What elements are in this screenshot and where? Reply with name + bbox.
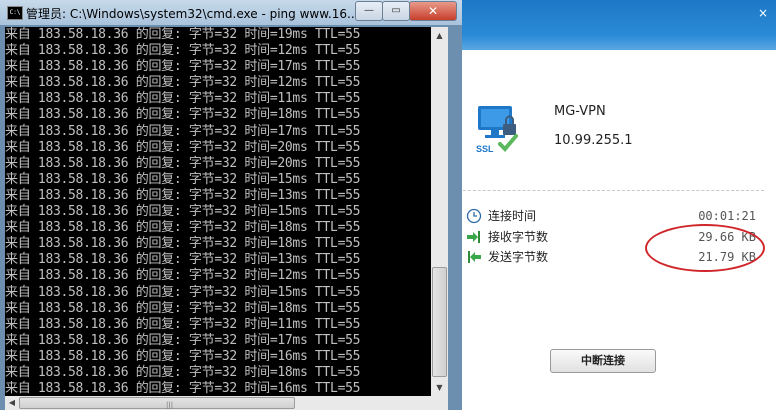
send-arrow-icon [468,251,481,263]
console-line: 来自 183.58.18.36 的回复: 字节=32 时间=15ms TTL=5… [5,284,361,300]
console-line: 来自 183.58.18.36 的回复: 字节=32 时间=20ms TTL=5… [5,139,361,155]
red-highlight-ellipse [645,224,765,272]
console-line: 来自 183.58.18.36 的回复: 字节=32 时间=18ms TTL=5… [5,300,361,316]
receive-arrow-icon [467,231,480,243]
vertical-scroll-thumb[interactable] [432,267,447,377]
console-line: 来自 183.58.18.36 的回复: 字节=32 时间=15ms TTL=5… [5,204,361,220]
console-line: 来自 183.58.18.36 的回复: 字节=32 时间=18ms TTL=5… [5,364,361,380]
horizontal-scrollbar[interactable]: ◀ ||| [5,396,431,410]
disconnect-button[interactable]: 中断连接 [550,349,656,373]
stat-label: 连接时间 [488,209,537,223]
vpn-header-banner: × [440,0,776,50]
cmd-window: C:\ 管理员: C:\Windows\system32\cmd.exe - p… [0,0,462,410]
console-line: 来自 183.58.18.36 的回复: 字节=32 时间=13ms TTL=5… [5,187,361,203]
cmd-title-bar[interactable]: C:\ 管理员: C:\Windows\system32\cmd.exe - p… [0,0,462,25]
scroll-up-arrow-icon[interactable]: ▲ [431,27,448,44]
console-line: 来自 183.58.18.36 的回复: 字节=32 时间=19ms TTL=5… [5,27,361,42]
ssl-label: SSL [476,144,494,154]
console-line: 来自 183.58.18.36 的回复: 字节=32 时间=18ms TTL=5… [5,107,361,123]
scroll-down-arrow-icon[interactable]: ▼ [431,379,448,396]
close-button[interactable]: ✕ [409,1,457,21]
vpn-connection-name: MG-VPN [554,104,606,119]
vpn-ip-address: 10.99.255.1 [554,133,633,148]
vpn-close-button[interactable]: × [756,6,770,20]
minimize-button[interactable]: — [355,1,383,21]
console-line: 来自 183.58.18.36 的回复: 字节=32 时间=15ms TTL=5… [5,171,361,187]
console-line: 来自 183.58.18.36 的回复: 字节=32 时间=18ms TTL=5… [5,236,361,252]
stat-value: 00:01:21 [698,209,756,223]
vertical-scrollbar[interactable]: ▲ ▼ [431,27,448,396]
console-line: 来自 183.58.18.36 的回复: 字节=32 时间=17ms TTL=5… [5,59,361,75]
console-line: 来自 183.58.18.36 的回复: 字节=32 时间=20ms TTL=5… [5,155,361,171]
console-line: 来自 183.58.18.36 的回复: 字节=32 时间=13ms TTL=5… [5,252,361,268]
clock-icon [466,208,482,224]
resize-corner[interactable] [431,396,448,410]
console-line: 来自 183.58.18.36 的回复: 字节=32 时间=12ms TTL=5… [5,268,361,284]
console-line: 来自 183.58.18.36 的回复: 字节=32 时间=11ms TTL=5… [5,91,361,107]
stat-label: 接收字节数 [488,230,549,244]
console-line: 来自 183.58.18.36 的回复: 字节=32 时间=17ms TTL=5… [5,332,361,348]
console-line: 来自 183.58.18.36 的回复: 字节=32 时间=16ms TTL=5… [5,348,361,364]
vpn-client-window: × SSL MG-VPN 10.99.255.1 连接时间 00:01:21 接… [440,0,776,410]
ssl-vpn-logo-icon: SSL [476,106,518,154]
console-line: 来自 183.58.18.36 的回复: 字节=32 时间=17ms TTL=5… [5,123,361,139]
stat-label: 发送字节数 [488,250,549,264]
cmd-window-title: 管理员: C:\Windows\system32\cmd.exe - ping … [26,7,356,21]
console-line: 来自 183.58.18.36 的回复: 字节=32 时间=18ms TTL=5… [5,220,361,236]
stat-connection-time: 连接时间 00:01:21 [466,208,766,226]
scroll-grip-icon: ||| [166,401,174,409]
maximize-button[interactable]: ▭ [382,1,410,21]
console-line: 来自 183.58.18.36 的回复: 字节=32 时间=11ms TTL=5… [5,316,361,332]
console-output[interactable]: 来自 183.58.18.36 的回复: 字节=32 时间=19ms TTL=5… [5,27,431,396]
scroll-left-arrow-icon[interactable]: ◀ [5,396,19,410]
horizontal-scroll-thumb[interactable]: ||| [19,397,295,409]
console-line: 来自 183.58.18.36 的回复: 字节=32 时间=16ms TTL=5… [5,381,361,396]
console-line: 来自 183.58.18.36 的回复: 字节=32 时间=12ms TTL=5… [5,75,361,91]
divider [448,190,764,191]
console-line: 来自 183.58.18.36 的回复: 字节=32 时间=12ms TTL=5… [5,43,361,59]
cmd-app-icon[interactable]: C:\ [7,6,23,20]
